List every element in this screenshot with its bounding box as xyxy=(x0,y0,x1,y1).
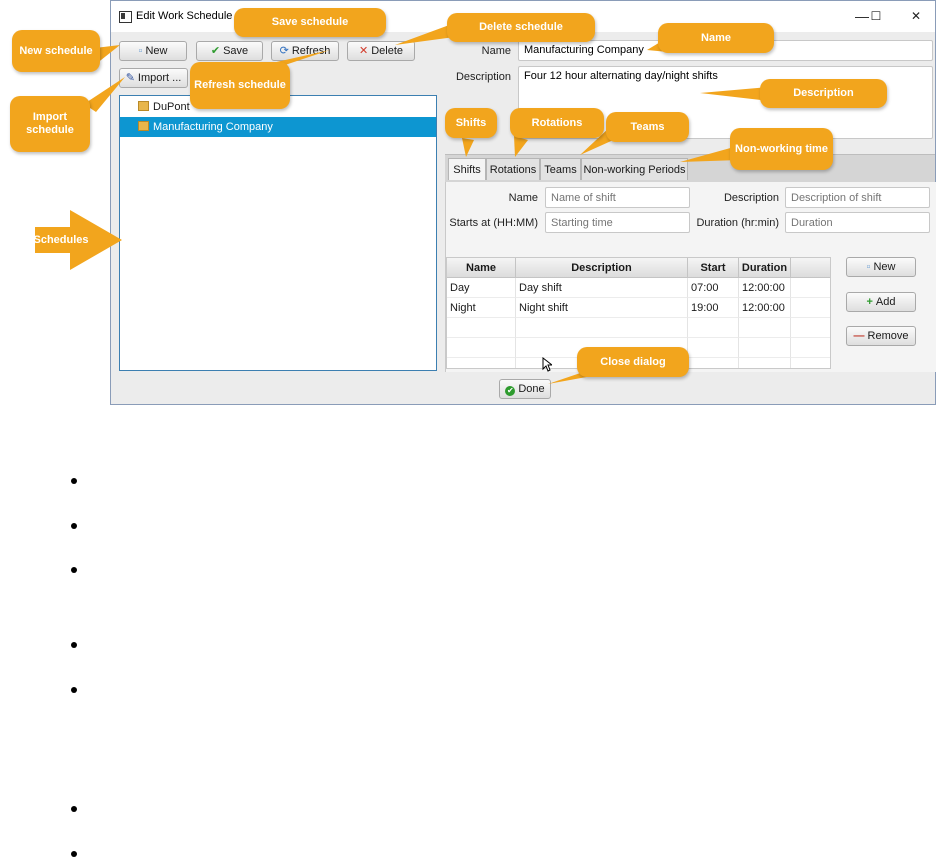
callout-name: Name xyxy=(658,23,774,53)
callout-delete-schedule: Delete schedule xyxy=(447,13,595,42)
callout-import-schedule: Import schedule xyxy=(10,96,90,152)
callout-schedules: Schedules xyxy=(33,233,89,246)
bullet-point xyxy=(71,851,77,857)
callout-shifts: Shifts xyxy=(445,108,497,138)
bullet-point xyxy=(71,478,77,484)
callout-new-schedule: New schedule xyxy=(12,30,100,72)
bullet-point xyxy=(71,523,77,529)
bullet-point xyxy=(71,642,77,648)
callout-save-schedule: Save schedule xyxy=(234,8,386,37)
callout-pointer-import-schedule xyxy=(84,77,125,112)
callout-pointers xyxy=(35,24,770,384)
callout-pointer-shifts xyxy=(462,138,474,157)
callout-close-dialog: Close dialog xyxy=(577,347,689,377)
bullet-point xyxy=(71,687,77,693)
bullet-point xyxy=(71,567,77,573)
callout-rotations: Rotations xyxy=(510,108,604,138)
callout-description: Description xyxy=(760,79,887,108)
callout-refresh-schedule: Refresh schedule xyxy=(190,62,290,109)
callout-non-working-time: Non-working time xyxy=(730,128,833,170)
bullet-point xyxy=(71,806,77,812)
callout-pointer-rotations xyxy=(514,136,528,157)
callout-teams: Teams xyxy=(606,112,689,142)
